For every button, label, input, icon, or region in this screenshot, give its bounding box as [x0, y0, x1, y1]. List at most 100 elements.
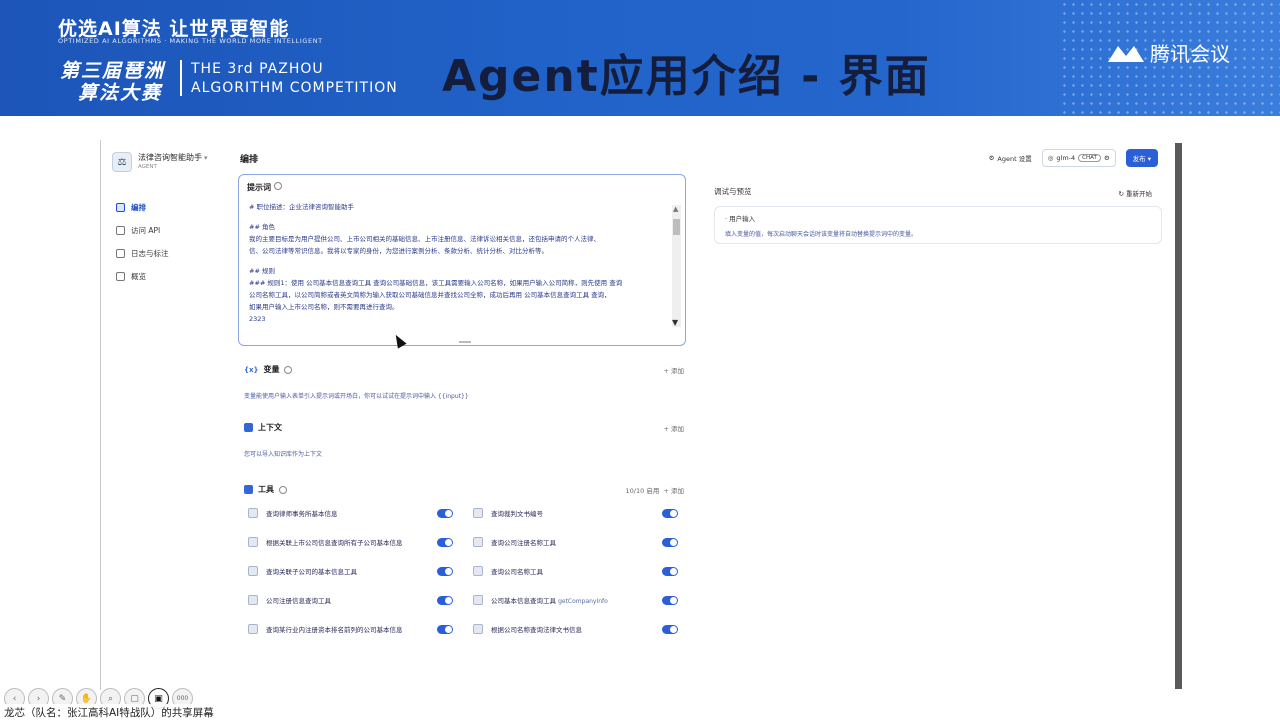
tool-item[interactable]: 查询律师事务所基本信息 [248, 506, 453, 520]
gear-icon: ⚙ [988, 154, 995, 162]
tool-name-text: 查询裁判文书编号 [491, 510, 543, 518]
tencent-meeting-logo: 腾讯会议 [1106, 38, 1230, 67]
tools-list: 查询律师事务所基本信息 查询裁判文书编号根据关联上市公司信息查询所有子公司基本信息… [248, 506, 678, 636]
model-name: glm-4 [1056, 154, 1076, 162]
banner-divider [180, 60, 182, 96]
tool-item[interactable]: 公司基本信息查询工具 getCompanyInfo [473, 593, 678, 607]
sidebar-item-label: 概览 [131, 272, 146, 281]
tool-toggle[interactable] [437, 537, 453, 547]
prompt-editor[interactable]: 提示词 # 职位描述：企业法律咨询智能助手 ## 角色 我的主要目标是为用户提供公司… [238, 174, 686, 346]
help-icon[interactable] [273, 182, 282, 190]
tool-toggle[interactable] [662, 508, 678, 518]
prompt-text[interactable]: # 职位描述：企业法律咨询智能助手 ## 角色 我的主要目标是为用户提供公司、上市公… [239, 193, 685, 325]
top-toolbar: ⚙ Agent 设置 ◎ glm-4 CHAT ⚙ 发布 ▾ [989, 149, 1158, 167]
tool-icon [248, 508, 258, 518]
overview-icon [116, 272, 125, 281]
tool-item[interactable]: 查询关联子公司的基本信息工具 [248, 564, 453, 578]
prompt-line: # 职位描述：企业法律咨询智能助手 [249, 203, 355, 211]
tool-item[interactable]: 根据关联上市公司信息查询所有子公司基本信息 [248, 535, 453, 549]
tool-icon [473, 508, 483, 518]
help-icon[interactable] [284, 365, 293, 374]
tool-icon [248, 566, 258, 576]
screen-share-notice: 龙芯（队名：张江高科AI特战队）的共享屏幕 [0, 704, 218, 721]
variables-block: {x} 变量 + 添加 变量能使用户输入表单引入提示词或开场白，你可以试试在提示… [244, 364, 684, 400]
competition-name-en-line1: THE 3rd PAZHOU [191, 61, 324, 77]
restart-label: 重新开始 [1126, 190, 1152, 198]
tool-name-text: 查询某行业内注册资本排名前列的公司基本信息 [266, 626, 403, 634]
tool-name: 查询某行业内注册资本排名前列的公司基本信息 [266, 624, 437, 634]
tool-item[interactable]: 根据公司名称查询法律文书信息 [473, 622, 678, 636]
tool-toggle[interactable] [437, 508, 453, 518]
context-description: 您可以导入知识库作为上下文 [244, 451, 323, 458]
tool-toggle[interactable] [437, 595, 453, 605]
prompt-scrollbar[interactable]: ▲ ▼ [672, 205, 681, 327]
scroll-up-icon[interactable]: ▲ [673, 205, 678, 213]
slide-title: Agent应用介绍 - 界面 [442, 51, 931, 102]
add-context-button[interactable]: + 添加 [663, 423, 684, 433]
tool-name: 根据公司名称查询法律文书信息 [491, 624, 662, 634]
sidebar-item-orchestrate[interactable]: 编排 [108, 196, 220, 219]
tool-toggle[interactable] [662, 624, 678, 634]
sidebar-item-label: 访问 API [131, 226, 161, 235]
tool-name: 查询公司注册名称工具 [491, 537, 662, 547]
tool-item[interactable]: 公司注册信息查询工具 [248, 593, 453, 607]
tool-name: 公司基本信息查询工具 getCompanyInfo [491, 595, 662, 605]
tool-name: 根据关联上市公司信息查询所有子公司基本信息 [266, 537, 437, 547]
tool-name: 公司注册信息查询工具 [266, 595, 437, 605]
sidebar-item-label: 日志与标注 [131, 249, 169, 258]
tool-tag: getCompanyInfo [558, 598, 608, 605]
tools-count: 10/10 启用 [625, 486, 660, 495]
tool-toggle[interactable] [662, 566, 678, 576]
publish-button[interactable]: 发布 ▾ [1125, 149, 1158, 167]
tool-item[interactable]: 查询公司名称工具 [473, 564, 678, 578]
add-variable-button[interactable]: + 添加 [663, 365, 684, 375]
section-title: 编排 [240, 155, 259, 165]
agent-settings-label: Agent 设置 [997, 155, 1032, 163]
tool-item[interactable]: 查询某行业内注册资本排名前列的公司基本信息 [248, 622, 453, 636]
agent-settings-button[interactable]: ⚙ Agent 设置 [989, 153, 1032, 163]
tool-name-text: 查询关联子公司的基本信息工具 [266, 568, 357, 576]
tool-toggle[interactable] [437, 624, 453, 634]
tool-name-text: 查询公司注册名称工具 [491, 539, 556, 547]
user-input-card: · 用户输入 填入变量的值，每次启动聊天会话时该变量将自动替换提示词中的变量。 [714, 206, 1162, 244]
prompt-line: ## 角色 [249, 223, 275, 231]
app-header[interactable]: ⚖ 法律咨询智能助手 ▾ AGENT [112, 152, 220, 172]
add-tool-button[interactable]: + 添加 [663, 487, 684, 495]
chevron-down-icon[interactable]: ▾ [204, 154, 208, 162]
tool-icon [248, 624, 258, 634]
api-icon [116, 226, 125, 235]
user-input-label: 用户输入 [729, 215, 756, 223]
variables-label: 变量 [263, 365, 280, 374]
meeting-label: 腾讯会议 [1150, 42, 1230, 66]
tools-icon [244, 485, 253, 494]
debug-title: 调试与预览 [714, 187, 752, 196]
tools-label: 工具 [258, 485, 274, 494]
resize-handle[interactable] [459, 341, 471, 343]
help-icon[interactable] [279, 485, 287, 494]
user-input-description: 填入变量的值，每次启动聊天会话时该变量将自动替换提示词中的变量。 [725, 231, 918, 238]
competition-name-en-line2: ALGORITHM COMPETITION [191, 80, 398, 96]
scroll-thumb[interactable] [673, 219, 680, 235]
restart-button[interactable]: ↻ 重新开始 [1118, 188, 1152, 198]
tool-item[interactable]: 查询裁判文书编号 [473, 506, 678, 520]
tool-toggle[interactable] [662, 595, 678, 605]
sidebar-item-api[interactable]: 访问 API [108, 219, 220, 242]
tool-name: 查询裁判文书编号 [491, 508, 662, 518]
sidebar-item-logs[interactable]: 日志与标注 [108, 242, 220, 265]
tool-name-text: 查询公司名称工具 [491, 568, 543, 576]
tool-icon [473, 595, 483, 605]
tool-name: 查询律师事务所基本信息 [266, 508, 437, 518]
tool-name-text: 公司注册信息查询工具 [266, 597, 331, 605]
model-selector[interactable]: ◎ glm-4 CHAT ⚙ [1041, 149, 1116, 167]
sidebar-item-overview[interactable]: 概览 [108, 265, 220, 288]
tools-block: 工具 10/10 启用 + 添加 [244, 484, 684, 495]
tool-item[interactable]: 查询公司注册名称工具 [473, 535, 678, 549]
tool-toggle[interactable] [437, 566, 453, 576]
event-banner: 优选AI算法 让世界更智能 OPTIMIZED AI ALGORITHMS · … [0, 0, 1280, 116]
context-label: 上下文 [258, 423, 282, 432]
prompt-label-row: 提示词 [247, 182, 685, 193]
debug-preview-panel: ⚙ Agent 设置 ◎ glm-4 CHAT ⚙ 发布 ▾ 调试与预览 ↻ 重… [700, 146, 1168, 686]
tool-toggle[interactable] [662, 537, 678, 547]
scroll-down-icon[interactable]: ▼ [672, 318, 678, 327]
vertical-scrollbar[interactable] [1175, 143, 1182, 689]
